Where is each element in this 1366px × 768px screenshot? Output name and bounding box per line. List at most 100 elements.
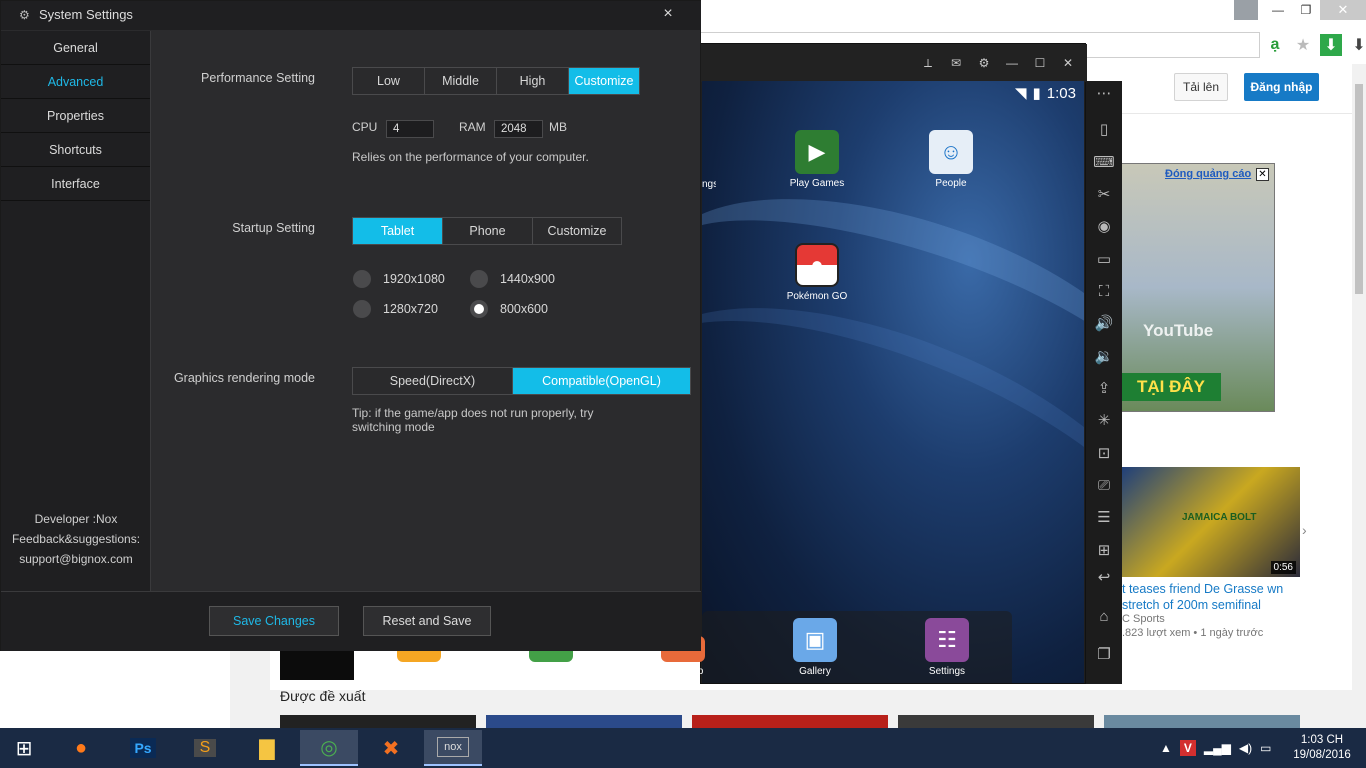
loading-icon[interactable]: ✳ [1086,408,1122,432]
graphics-option-opengl[interactable]: Compatible(OpenGL) [513,368,690,394]
nav-item-shortcuts[interactable]: Shortcuts [1,133,150,167]
recent-apps-icon[interactable]: ❐ [1086,642,1122,666]
multi-instance-icon[interactable]: ☰ [1086,505,1122,529]
radio-circle[interactable] [470,270,488,288]
fullscreen-icon[interactable]: ⛶ [1086,279,1122,303]
sublime-text-icon[interactable]: S [176,730,234,766]
nav-item-properties[interactable]: Properties [1,99,150,133]
taskbar-clock[interactable]: 1:03 CH 19/08/2016 [1286,733,1358,763]
bookmark-star-icon[interactable]: ★ [1292,34,1314,56]
vivaldi-tray-icon[interactable]: V [1179,740,1196,756]
minimize-icon[interactable]: — [1264,0,1292,20]
ad-cta-button[interactable]: TẠI ĐÂY [1121,373,1221,401]
video-thumbnail[interactable]: JAMAICA BOLT 0:56 [1122,467,1300,577]
nav-item-advanced[interactable]: Advanced [1,65,150,99]
ad-banner[interactable]: Đóng quảng cáo ✕ YouTube TẠI ĐÂY [1120,163,1275,412]
more-icon[interactable]: ⋯ [1086,81,1122,105]
keyboard-icon[interactable]: ⌨ [1086,150,1122,174]
scissors-icon[interactable]: ✂ [1086,182,1122,206]
dock-settings[interactable]: ☷ Settings [912,618,982,677]
app-people[interactable]: ☺ People [916,130,986,189]
app-play-games[interactable]: ▶ Play Games [782,130,852,189]
nav-item-interface[interactable]: Interface [1,167,150,201]
volume-icon[interactable]: ◀) [1239,741,1252,755]
login-button[interactable]: Đăng nhập [1244,73,1319,101]
maximize-icon[interactable]: ☐ [1029,52,1051,74]
startup-option-phone[interactable]: Phone [443,218,533,244]
minimize-icon[interactable]: — [1001,52,1023,74]
video-title[interactable]: t teases friend De Grasse wn stretch of … [1122,581,1302,613]
radio-circle-selected[interactable] [470,300,488,318]
pin-icon[interactable]: ⟂ [917,52,939,74]
resolution-radio-1440x900[interactable]: 1440x900 [470,270,555,288]
user-profile-icon[interactable] [1234,0,1258,20]
download-extension-icon[interactable]: ⬇ [1320,34,1342,56]
volume-up-icon[interactable]: 🔊 [1086,311,1122,335]
resolution-radio-1280x720[interactable]: 1280x720 [353,300,438,318]
shake-icon[interactable]: ▯ [1086,117,1122,141]
back-icon[interactable]: ↩ [1086,565,1122,589]
app-settings-partial[interactable]: ngs [702,179,716,190]
photoshop-icon[interactable]: Ps [114,730,172,766]
radio-circle[interactable] [353,300,371,318]
apk-install-icon[interactable]: ⇪ [1086,376,1122,400]
nav-item-general[interactable]: General [1,31,150,65]
browser-menu-icon[interactable]: ⬇ [1348,34,1366,56]
perf-option-customize[interactable]: Customize [569,68,639,94]
extension-icon[interactable]: ạ [1264,34,1286,56]
close-icon[interactable]: ✕ [1057,52,1079,74]
page-scrollbar[interactable] [1352,64,1366,728]
close-ad-link[interactable]: Đóng quảng cáo [1165,168,1251,180]
startup-option-tablet[interactable]: Tablet [353,218,443,244]
cpu-input[interactable]: 4 [386,120,434,138]
radio-circle[interactable] [353,270,371,288]
resolution-radio-800x600[interactable]: 800x600 [470,300,548,318]
nox-app-icon[interactable]: nox [424,730,482,766]
volume-down-icon[interactable]: 🔉 [1086,344,1122,368]
close-icon[interactable]: × [659,5,677,25]
macro-icon[interactable]: ⊡ [1086,441,1122,465]
recommended-thumbnail[interactable] [898,715,1094,728]
screen-icon[interactable]: ▭ [1086,247,1122,271]
system-settings-dialog: ⚙ System Settings × General Advanced Pro… [0,0,701,651]
perf-option-high[interactable]: High [497,68,569,94]
video-channel[interactable]: C Sports [1122,613,1165,625]
firefox-icon[interactable]: ● [52,730,110,766]
youtube-watermark: YouTube [1143,321,1214,340]
record-icon[interactable]: ⎚ [1086,473,1122,497]
gear-icon[interactable]: ⚙ [973,52,995,74]
chevron-right-icon[interactable]: › [1302,522,1307,538]
scrollbar-thumb[interactable] [1355,84,1363,294]
save-changes-button[interactable]: Save Changes [209,606,339,636]
settings-icon: ☷ [925,618,969,662]
recommended-thumbnail[interactable] [486,715,682,728]
add-icon[interactable]: ⊞ [1086,538,1122,562]
recommended-thumbnail[interactable] [280,715,476,728]
reset-and-save-button[interactable]: Reset and Save [363,606,491,636]
battery-tray-icon[interactable]: ▭ [1260,741,1271,755]
location-icon[interactable]: ◉ [1086,214,1122,238]
perf-option-middle[interactable]: Middle [425,68,497,94]
home-icon[interactable]: ⌂ [1086,604,1122,628]
chevron-up-icon[interactable]: ▲ [1160,741,1172,755]
ram-input[interactable]: 2048 [494,120,543,138]
xampp-icon[interactable]: ✖ [362,730,420,766]
restore-icon[interactable]: ❐ [1292,0,1320,20]
windows-start-icon[interactable]: ⊞ [0,730,48,766]
mail-icon[interactable]: ✉ [945,52,967,74]
graphics-option-directx[interactable]: Speed(DirectX) [353,368,513,394]
dock-gallery[interactable]: ▣ Gallery [780,618,850,677]
close-ad-icon[interactable]: ✕ [1256,168,1269,181]
android-screen[interactable] [702,81,1084,683]
file-explorer-icon[interactable]: ▇ [238,730,296,766]
browser-close-button[interactable]: ✕ [1320,0,1366,20]
app-pokemon-go[interactable]: ● Pokémon GO [782,243,852,302]
coc-coc-browser-icon[interactable]: ◎ [300,730,358,766]
recommended-thumbnail[interactable] [1104,715,1300,728]
startup-option-customize[interactable]: Customize [533,218,621,244]
perf-option-low[interactable]: Low [353,68,425,94]
recommended-thumbnail[interactable] [692,715,888,728]
network-icon[interactable]: ▂▄▆ [1204,741,1231,755]
upload-button[interactable]: Tải lên [1174,73,1228,101]
resolution-radio-1920x1080[interactable]: 1920x1080 [353,270,445,288]
